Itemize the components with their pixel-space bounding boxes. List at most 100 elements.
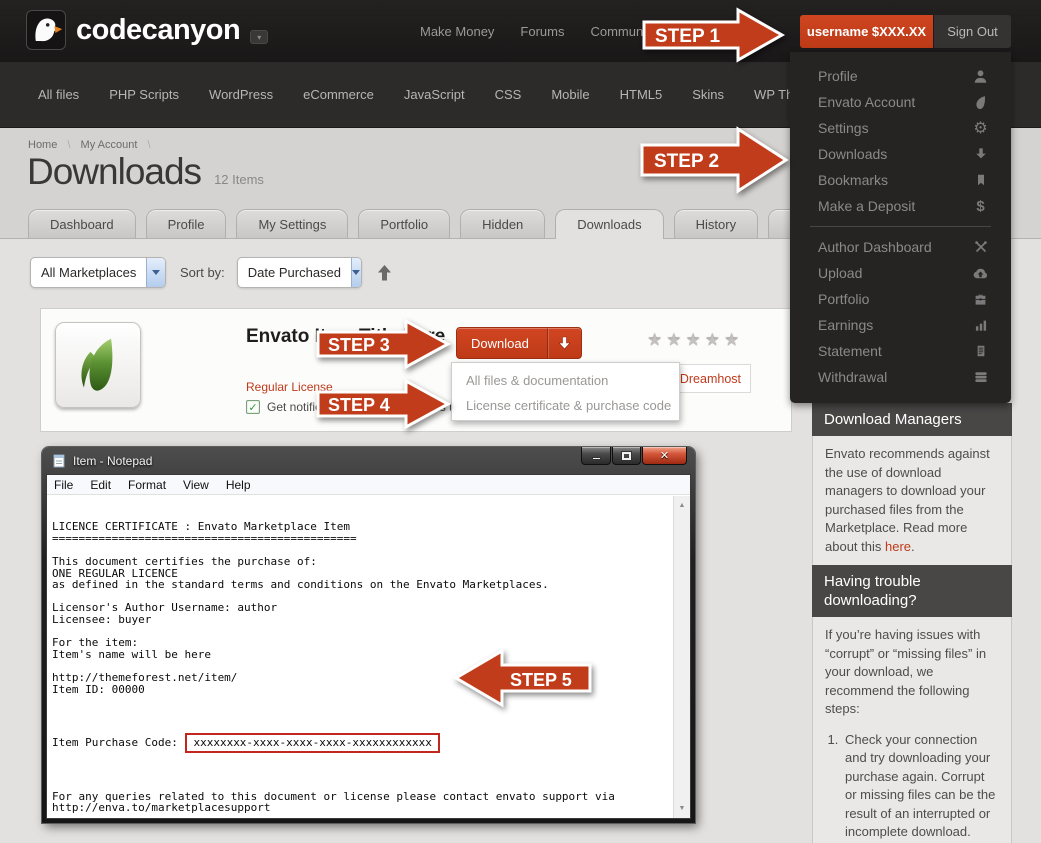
- trouble-title: Having trouble downloading?: [812, 565, 1012, 617]
- notepad-scrollbar[interactable]: ▲ ▼: [673, 496, 690, 818]
- menu-downloads[interactable]: Downloads: [790, 141, 1011, 167]
- minimize-button[interactable]: [581, 447, 611, 465]
- option-all-files[interactable]: All files & documentation: [452, 368, 679, 393]
- nav-ecommerce[interactable]: eCommerce: [303, 87, 374, 102]
- step-3-label: STEP 3: [328, 335, 390, 355]
- nav-javascript[interactable]: JavaScript: [404, 87, 465, 102]
- menu-withdrawal-label: Withdrawal: [818, 369, 887, 385]
- menu-portfolio[interactable]: Portfolio: [790, 286, 1011, 312]
- menu-help[interactable]: Help: [226, 478, 251, 492]
- menu-format[interactable]: Format: [128, 478, 166, 492]
- leaf-icon: [972, 95, 989, 110]
- step-5-arrow: STEP 5: [452, 645, 592, 711]
- download-options-menu: All files & documentation License certif…: [451, 362, 680, 421]
- tab-downloads[interactable]: Downloads: [555, 209, 663, 239]
- tab-dashboard[interactable]: Dashboard: [28, 209, 136, 238]
- username-balance-button[interactable]: username $XXX.XX: [800, 15, 933, 48]
- notepad-body: File Edit Format View Help LICENCE CERTI…: [46, 474, 691, 819]
- sort-by-label: Sort by:: [180, 265, 225, 280]
- document-icon: [972, 344, 989, 358]
- menu-view[interactable]: View: [183, 478, 209, 492]
- menu-earnings-label: Earnings: [818, 317, 873, 333]
- notepad-line: ========================================…: [52, 533, 673, 545]
- step-4-label: STEP 4: [328, 395, 390, 415]
- here-link[interactable]: here: [885, 539, 911, 554]
- sort-select-value: Date Purchased: [238, 265, 351, 280]
- item-thumbnail[interactable]: [55, 322, 141, 408]
- nav-mobile[interactable]: Mobile: [551, 87, 589, 102]
- tab-portfolio[interactable]: Portfolio: [358, 209, 450, 238]
- download-button[interactable]: Download: [456, 327, 582, 359]
- menu-portfolio-label: Portfolio: [818, 291, 869, 307]
- download-arrow-icon: [547, 328, 581, 358]
- close-button[interactable]: ✕: [642, 447, 687, 465]
- trouble-intro: If you’re having issues with “corrupt” o…: [825, 627, 986, 716]
- breadcrumb-home[interactable]: Home: [28, 139, 57, 151]
- scroll-up-icon[interactable]: ▲: [674, 498, 690, 513]
- marketplace-select[interactable]: All Marketplaces: [30, 257, 166, 288]
- sort-select[interactable]: Date Purchased: [237, 257, 362, 288]
- scroll-down-icon[interactable]: ▼: [674, 801, 690, 816]
- nav-php-scripts[interactable]: PHP Scripts: [109, 87, 179, 102]
- cash-icon: [972, 370, 989, 384]
- logo-chevron-down-icon[interactable]: ▾: [250, 30, 268, 44]
- header-nav: Make Money Forums Community: [420, 0, 656, 62]
- menu-statement[interactable]: Statement: [790, 338, 1011, 364]
- menu-make-a-deposit[interactable]: Make a Deposit $: [790, 193, 1011, 219]
- user-icon: [972, 69, 989, 84]
- dreamhost-link: Dreamhost: [680, 372, 741, 386]
- nav-forums[interactable]: Forums: [520, 24, 564, 39]
- maximize-button[interactable]: [612, 447, 641, 465]
- nav-html5[interactable]: HTML5: [620, 87, 663, 102]
- bookmark-icon: [972, 173, 989, 187]
- nav-css[interactable]: CSS: [495, 87, 522, 102]
- step-5-label: STEP 5: [510, 670, 572, 690]
- tab-profile[interactable]: Profile: [146, 209, 227, 238]
- breadcrumb: Home \ My Account \: [28, 139, 158, 151]
- purchase-code-row: Item Purchase Code: xxxxxxxx-xxxx-xxxx-x…: [52, 730, 673, 756]
- option-license-certificate[interactable]: License certificate & purchase code: [452, 393, 679, 418]
- breadcrumb-my-account[interactable]: My Account: [81, 139, 138, 151]
- codecanyon-logo[interactable]: codecanyon ▾: [26, 10, 268, 50]
- download-button-label: Download: [457, 336, 547, 351]
- menu-earnings[interactable]: Earnings: [790, 312, 1011, 338]
- purchase-code-label: Item Purchase Code:: [52, 737, 184, 749]
- menu-withdrawal[interactable]: Withdrawal: [790, 364, 1011, 390]
- tab-my-settings[interactable]: My Settings: [236, 209, 348, 238]
- notepad-line: This document certifies the purchase of:: [52, 556, 673, 568]
- maximize-icon: [622, 452, 631, 460]
- nav-skins[interactable]: Skins: [692, 87, 724, 102]
- notepad-icon: [52, 454, 66, 468]
- nav-all-files[interactable]: All files: [38, 87, 79, 102]
- purchase-code-value: xxxxxxxx-xxxx-xxxx-xxxx-xxxxxxxxxxxx: [185, 733, 439, 754]
- menu-upload[interactable]: Upload: [790, 260, 1011, 286]
- nav-wordpress[interactable]: WordPress: [209, 87, 273, 102]
- select-chevron-icon: [146, 258, 165, 287]
- nav-make-money[interactable]: Make Money: [420, 24, 494, 39]
- sign-out-button[interactable]: Sign Out: [933, 15, 1011, 48]
- menu-file[interactable]: File: [54, 478, 73, 492]
- rating-stars[interactable]: ★★★★★: [647, 331, 743, 351]
- menu-envato-account[interactable]: Envato Account: [790, 89, 1011, 115]
- notepad-menubar: File Edit Format View Help: [47, 475, 690, 495]
- sort-ascending-icon[interactable]: [377, 264, 392, 282]
- cloud-upload-icon: [972, 266, 989, 281]
- menu-profile[interactable]: Profile: [790, 63, 1011, 89]
- menu-bookmarks[interactable]: Bookmarks: [790, 167, 1011, 193]
- notepad-window: Item - Notepad ✕ File Edit Format View H…: [42, 447, 695, 823]
- notepad-line: Licensee: buyer: [52, 614, 673, 626]
- menu-edit[interactable]: Edit: [90, 478, 111, 492]
- menu-profile-label: Profile: [818, 68, 858, 84]
- menu-author-dashboard[interactable]: Author Dashboard: [790, 234, 1011, 260]
- trouble-downloading-box: Having trouble downloading? If you’re ha…: [812, 565, 1012, 843]
- tab-hidden[interactable]: Hidden: [460, 209, 545, 238]
- notify-checkbox[interactable]: ✓: [246, 400, 260, 414]
- tab-history[interactable]: History: [674, 209, 758, 238]
- menu-settings[interactable]: Settings ⚙: [790, 115, 1011, 141]
- minimize-icon: [592, 457, 601, 460]
- account-dropdown-menu: Profile Envato Account Settings ⚙ Downlo…: [790, 52, 1011, 403]
- notepad-line: as defined in the standard terms and con…: [52, 579, 673, 591]
- notepad-titlebar[interactable]: Item - Notepad ✕: [46, 447, 691, 474]
- menu-author-dashboard-label: Author Dashboard: [818, 239, 932, 255]
- bar-chart-icon: [972, 318, 989, 332]
